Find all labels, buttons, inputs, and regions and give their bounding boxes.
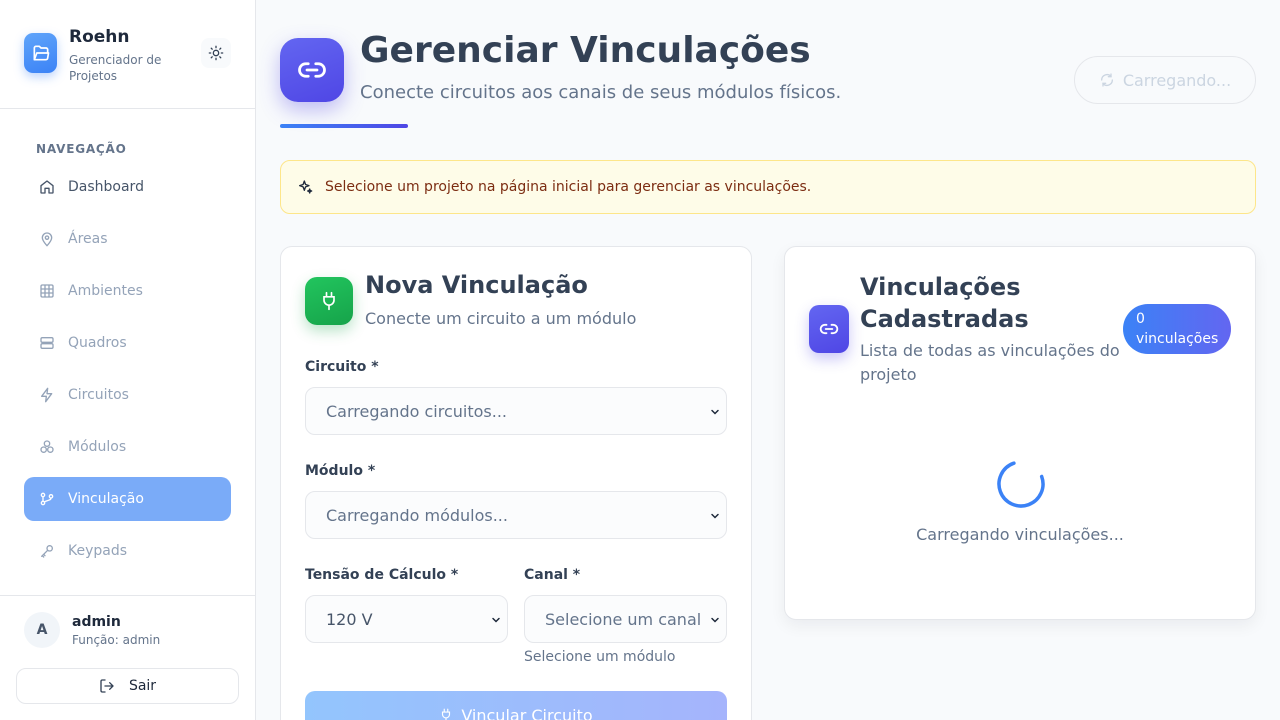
grid-icon (38, 282, 56, 300)
refresh-icon (1099, 72, 1115, 88)
nav-heading: NAVEGAÇÃO (36, 142, 127, 156)
sidebar-item-keypads[interactable]: Keypads (24, 529, 231, 573)
chevron-down-icon (708, 613, 722, 627)
modulo-select[interactable]: Carregando módulos... (305, 491, 727, 539)
sidebar-item-label: Quadros (68, 335, 127, 351)
user-role: Função: admin (72, 633, 161, 647)
chevron-down-icon (708, 405, 722, 419)
server-icon (38, 334, 56, 352)
canal-select-value: Selecione um canal (545, 609, 702, 629)
new-link-card: Nova Vinculação Conecte um circuito a um… (280, 246, 752, 720)
alert-text: Selecione um projeto na página inicial p… (325, 179, 812, 195)
git-branch-icon (38, 490, 56, 508)
keypad-icon (38, 542, 56, 560)
user-info: A admin Função: admin (24, 612, 232, 652)
link-icon (809, 305, 849, 353)
sidebar-item-label: Dashboard (68, 179, 144, 195)
sidebar-item-ambientes[interactable]: Ambientes (24, 269, 231, 313)
loading-spinner (997, 460, 1045, 508)
sidebar-item-areas[interactable]: Áreas (24, 217, 231, 261)
home-icon (38, 178, 56, 196)
list-title: Vinculações Cadastradas (860, 273, 1029, 333)
circuito-label: Circuito * (305, 359, 379, 375)
sidebar-item-label: Vinculação (68, 491, 144, 507)
chevron-down-icon (708, 509, 722, 523)
sun-icon (208, 45, 224, 61)
modulo-select-value: Carregando módulos... (326, 505, 508, 525)
plug-icon (305, 277, 353, 325)
link-circuit-button[interactable]: Vincular Circuito (305, 691, 727, 720)
map-pin-icon (38, 230, 56, 248)
submit-label: Vincular Circuito (461, 705, 593, 720)
canal-label: Canal * (524, 567, 581, 583)
sidebar-divider (0, 595, 255, 596)
links-list-card: Vinculações Cadastradas Lista de todas a… (784, 246, 1256, 620)
logout-label: Sair (128, 678, 157, 694)
boxes-icon (38, 438, 56, 456)
user-name: admin (72, 614, 121, 630)
circuito-select-value: Carregando circuitos... (326, 401, 507, 421)
sidebar-item-modulos[interactable]: Módulos (24, 425, 231, 469)
sidebar-item-quadros[interactable]: Quadros (24, 321, 231, 365)
sidebar-item-circuitos[interactable]: Circuitos (24, 373, 231, 417)
sidebar-item-label: Módulos (68, 439, 127, 455)
loading-label: Carregando... (1122, 70, 1232, 90)
circuito-select[interactable]: Carregando circuitos... (305, 387, 727, 435)
form-subtitle: Conecte um circuito a um módulo (365, 309, 637, 328)
logout-icon (99, 678, 115, 694)
sidebar-item-vinculacao[interactable]: Vinculação (24, 477, 231, 521)
brand: Roehn Gerenciador de Projetos (24, 24, 232, 88)
brand-subtitle: Gerenciador de Projetos (69, 53, 162, 83)
sparkles-icon (297, 179, 313, 195)
tensao-select[interactable]: 120 V (305, 595, 508, 643)
logout-button[interactable]: Sair (16, 668, 239, 704)
sidebar-item-label: Circuitos (68, 387, 129, 403)
modulo-label: Módulo * (305, 463, 376, 479)
project-alert: Selecione um projeto na página inicial p… (280, 160, 1256, 214)
sidebar-item-label: Áreas (68, 231, 108, 247)
sidebar: Roehn Gerenciador de Projetos NAVEGAÇÃO … (0, 0, 256, 720)
plug-icon (439, 708, 453, 720)
page-title: Gerenciar Vinculações (360, 30, 811, 71)
theme-toggle-button[interactable] (201, 38, 231, 68)
canal-helper: Selecione um módulo (524, 649, 676, 665)
sidebar-item-label: Keypads (68, 543, 128, 559)
list-subtitle: Lista de todas as vinculações do projeto (860, 341, 1120, 384)
links-count-badge: 0 vinculações (1123, 304, 1231, 354)
canal-select[interactable]: Selecione um canal (524, 595, 727, 643)
sidebar-item-dashboard[interactable]: Dashboard (24, 165, 231, 209)
tensao-select-value: 120 V (326, 609, 373, 629)
link-icon (280, 38, 344, 102)
loading-text: Carregando vinculações... (916, 525, 1124, 544)
chevron-down-icon (489, 613, 503, 627)
avatar: A (24, 612, 60, 648)
sidebar-item-label: Ambientes (68, 283, 143, 299)
tensao-label: Tensão de Cálculo * (305, 567, 459, 583)
brand-title: Roehn (69, 27, 130, 47)
form-title: Nova Vinculação (365, 271, 588, 299)
zap-icon (38, 386, 56, 404)
folder-icon (24, 33, 57, 73)
page-subtitle: Conecte circuitos aos canais de seus mód… (360, 82, 842, 103)
sidebar-divider (0, 108, 255, 109)
title-underline (280, 124, 408, 128)
loading-button[interactable]: Carregando... (1074, 56, 1256, 104)
